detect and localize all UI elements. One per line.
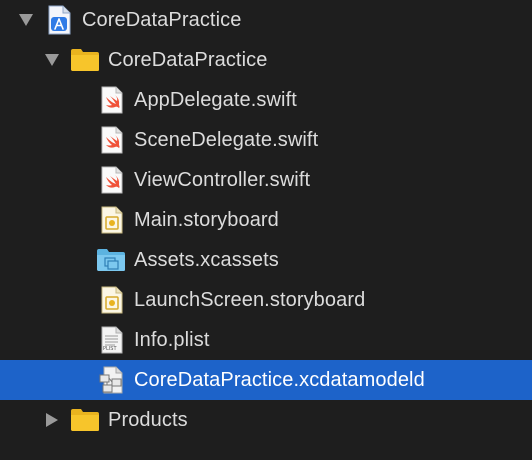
storyboard-file-icon <box>100 205 124 235</box>
file-row-viewcontroller[interactable]: ViewController.swift <box>0 160 532 200</box>
group-label: CoreDataPractice <box>108 48 268 71</box>
file-label: ViewController.swift <box>134 168 311 191</box>
file-row-datamodel[interactable]: CoreDataPractice.xcdatamodeld <box>0 360 532 400</box>
file-label: CoreDataPractice.xcdatamodeld <box>134 368 425 391</box>
plist-badge: PLIST <box>103 346 117 352</box>
group-row[interactable]: CoreDataPractice <box>0 40 532 80</box>
swift-file-icon <box>100 85 124 115</box>
swift-file-icon <box>100 125 124 155</box>
file-label: Main.storyboard <box>134 208 279 231</box>
folder-icon <box>70 408 100 432</box>
file-label: Assets.xcassets <box>134 248 279 271</box>
storyboard-file-icon <box>100 285 124 315</box>
products-row[interactable]: Products <box>0 400 532 440</box>
project-navigator: CoreDataPractice CoreDataPractice AppDel… <box>0 0 532 460</box>
file-label: Info.plist <box>134 328 210 351</box>
file-row-launchscreen[interactable]: LaunchScreen.storyboard <box>0 280 532 320</box>
asset-catalog-folder-icon <box>96 248 126 272</box>
file-row-assets[interactable]: Assets.xcassets <box>0 240 532 280</box>
folder-icon <box>70 48 100 72</box>
disclosure-collapsed-icon[interactable] <box>44 412 60 428</box>
file-row-main-storyboard[interactable]: Main.storyboard <box>0 200 532 240</box>
file-row-info-plist[interactable]: PLIST Info.plist <box>0 320 532 360</box>
file-row-appdelegate[interactable]: AppDelegate.swift <box>0 80 532 120</box>
disclosure-expanded-icon[interactable] <box>18 12 34 28</box>
file-label: SceneDelegate.swift <box>134 128 319 151</box>
file-label: AppDelegate.swift <box>134 88 297 111</box>
project-label: CoreDataPractice <box>82 8 242 31</box>
products-label: Products <box>108 408 188 431</box>
file-label: LaunchScreen.storyboard <box>134 288 366 311</box>
file-row-scenedelegate[interactable]: SceneDelegate.swift <box>0 120 532 160</box>
disclosure-expanded-icon[interactable] <box>44 52 60 68</box>
xcode-project-icon <box>46 5 72 35</box>
plist-file-icon: PLIST <box>100 325 124 355</box>
project-row[interactable]: CoreDataPractice <box>0 0 532 40</box>
swift-file-icon <box>100 165 124 195</box>
data-model-file-icon <box>98 365 126 395</box>
